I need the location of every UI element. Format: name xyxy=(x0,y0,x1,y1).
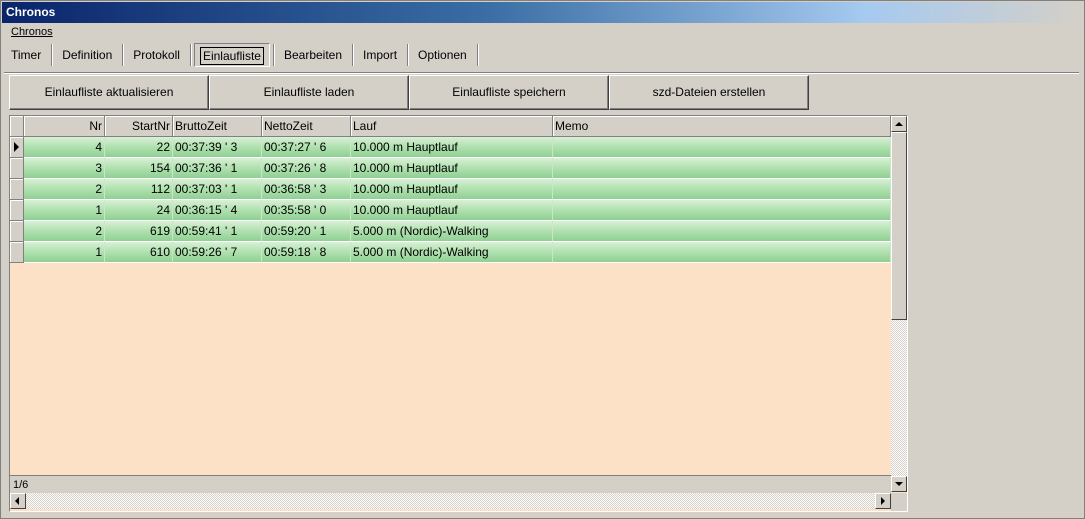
cell-nettozeit[interactable]: 00:59:18 ' 8 xyxy=(262,242,351,263)
column-header-startnr[interactable]: StartNr xyxy=(105,116,173,137)
cell-lauf[interactable]: 10.000 m Hauptlauf xyxy=(351,158,553,179)
row-indicator[interactable] xyxy=(10,158,24,179)
tab-timer[interactable]: Timer xyxy=(1,43,51,67)
save-list-button[interactable]: Einlaufliste speichern xyxy=(409,75,609,110)
tab-separator xyxy=(476,44,478,66)
cell-memo[interactable] xyxy=(553,200,891,221)
cell-memo[interactable] xyxy=(553,137,891,158)
cell-bruttozeit[interactable]: 00:36:15 ' 4 xyxy=(173,200,262,221)
grid-header: Nr StartNr BruttoZeit NettoZeit Lauf Mem… xyxy=(10,116,891,137)
cell-lauf[interactable]: 5.000 m (Nordic)-Walking xyxy=(351,221,553,242)
cell-nr[interactable]: 2 xyxy=(24,179,105,200)
cell-startnr[interactable]: 154 xyxy=(105,158,173,179)
row-indicator[interactable] xyxy=(10,200,24,221)
cell-bruttozeit[interactable]: 00:37:39 ' 3 xyxy=(173,137,262,158)
cell-nettozeit[interactable]: 00:36:58 ' 3 xyxy=(262,179,351,200)
select-all-icon[interactable] xyxy=(10,116,24,137)
refresh-list-button[interactable]: Einlaufliste aktualisieren xyxy=(9,75,209,110)
cell-nr[interactable]: 1 xyxy=(24,200,105,221)
table-row[interactable]: 1 24 00:36:15 ' 4 00:35:58 ' 0 10.000 m … xyxy=(10,200,891,221)
scroll-left-button[interactable] xyxy=(10,493,26,509)
load-list-button[interactable]: Einlaufliste laden xyxy=(209,75,409,110)
cell-nettozeit[interactable]: 00:59:20 ' 1 xyxy=(262,221,351,242)
cell-startnr[interactable]: 610 xyxy=(105,242,173,263)
column-header-lauf[interactable]: Lauf xyxy=(351,116,553,137)
tab-einlaufliste[interactable]: Einlaufliste xyxy=(193,43,270,67)
cell-startnr[interactable]: 112 xyxy=(105,179,173,200)
table-row[interactable]: 2 619 00:59:41 ' 1 00:59:20 ' 1 5.000 m … xyxy=(10,221,891,242)
scroll-up-button[interactable] xyxy=(891,116,907,132)
cell-startnr[interactable]: 24 xyxy=(105,200,173,221)
vertical-scroll-thumb[interactable] xyxy=(891,132,907,320)
cell-memo[interactable] xyxy=(553,158,891,179)
results-grid[interactable]: Nr StartNr BruttoZeit NettoZeit Lauf Mem… xyxy=(9,115,908,512)
tab-protokoll[interactable]: Protokoll xyxy=(123,43,190,67)
cell-bruttozeit[interactable]: 00:59:41 ' 1 xyxy=(173,221,262,242)
current-row-arrow-icon xyxy=(14,142,19,152)
cell-lauf[interactable]: 5.000 m (Nordic)-Walking xyxy=(351,242,553,263)
tab-bar: Timer Definition Protokoll Einlaufliste … xyxy=(1,42,478,68)
tab-separator xyxy=(189,44,191,66)
record-position: 1/6 xyxy=(10,475,891,493)
column-header-nr[interactable]: Nr xyxy=(24,116,105,137)
row-indicator[interactable] xyxy=(10,179,24,200)
column-header-nettozeit[interactable]: NettoZeit xyxy=(262,116,351,137)
table-row[interactable]: 3 154 00:37:36 ' 1 00:37:26 ' 8 10.000 m… xyxy=(10,158,891,179)
cell-startnr[interactable]: 22 xyxy=(105,137,173,158)
horizontal-scrollbar[interactable] xyxy=(10,493,891,509)
cell-bruttozeit[interactable]: 00:59:26 ' 7 xyxy=(173,242,262,263)
cell-bruttozeit[interactable]: 00:37:03 ' 1 xyxy=(173,179,262,200)
tab-import[interactable]: Import xyxy=(353,43,407,67)
vertical-scrollbar[interactable] xyxy=(891,116,907,492)
tab-optionen[interactable]: Optionen xyxy=(408,43,477,67)
arrow-down-icon xyxy=(895,482,903,486)
row-indicator[interactable] xyxy=(10,137,24,158)
cell-lauf[interactable]: 10.000 m Hauptlauf xyxy=(351,137,553,158)
cell-nettozeit[interactable]: 00:37:26 ' 8 xyxy=(262,158,351,179)
table-row[interactable]: 1 610 00:59:26 ' 7 00:59:18 ' 8 5.000 m … xyxy=(10,242,891,263)
app-window: Chronos Chronos Timer Definition Protoko… xyxy=(0,0,1085,519)
scroll-down-button[interactable] xyxy=(891,476,907,492)
cell-lauf[interactable]: 10.000 m Hauptlauf xyxy=(351,200,553,221)
arrow-up-icon xyxy=(895,122,903,126)
cell-startnr[interactable]: 619 xyxy=(105,221,173,242)
toolbar: Einlaufliste aktualisieren Einlaufliste … xyxy=(9,75,809,110)
scroll-right-button[interactable] xyxy=(875,493,891,509)
table-row[interactable]: 4 22 00:37:39 ' 3 00:37:27 ' 6 10.000 m … xyxy=(10,137,891,158)
create-szd-files-button[interactable]: szd-Dateien erstellen xyxy=(609,75,809,110)
menu-bar: Chronos xyxy=(11,26,53,40)
cell-memo[interactable] xyxy=(553,221,891,242)
tab-definition[interactable]: Definition xyxy=(52,43,122,67)
column-header-memo[interactable]: Memo xyxy=(553,116,891,137)
tab-divider xyxy=(4,72,1079,74)
cell-memo[interactable] xyxy=(553,242,891,263)
table-row[interactable]: 2 112 00:37:03 ' 1 00:36:58 ' 3 10.000 m… xyxy=(10,179,891,200)
arrow-right-icon xyxy=(881,497,885,505)
cell-nr[interactable]: 2 xyxy=(24,221,105,242)
cell-bruttozeit[interactable]: 00:37:36 ' 1 xyxy=(173,158,262,179)
scrollbar-corner xyxy=(891,493,907,511)
tab-einlaufliste-label: Einlaufliste xyxy=(199,47,264,65)
cell-memo[interactable] xyxy=(553,179,891,200)
arrow-left-icon xyxy=(15,497,19,505)
menu-chronos[interactable]: Chronos xyxy=(11,26,53,38)
cell-nr[interactable]: 3 xyxy=(24,158,105,179)
tab-bearbeiten[interactable]: Bearbeiten xyxy=(274,43,352,67)
row-indicator[interactable] xyxy=(10,242,24,263)
grid-rows: 4 22 00:37:39 ' 3 00:37:27 ' 6 10.000 m … xyxy=(10,137,891,263)
cell-nr[interactable]: 1 xyxy=(24,242,105,263)
window-title: Chronos xyxy=(2,2,1083,23)
cell-nettozeit[interactable]: 00:35:58 ' 0 xyxy=(262,200,351,221)
column-header-bruttozeit[interactable]: BruttoZeit xyxy=(173,116,262,137)
cell-lauf[interactable]: 10.000 m Hauptlauf xyxy=(351,179,553,200)
cell-nr[interactable]: 4 xyxy=(24,137,105,158)
row-indicator[interactable] xyxy=(10,221,24,242)
cell-nettozeit[interactable]: 00:37:27 ' 6 xyxy=(262,137,351,158)
